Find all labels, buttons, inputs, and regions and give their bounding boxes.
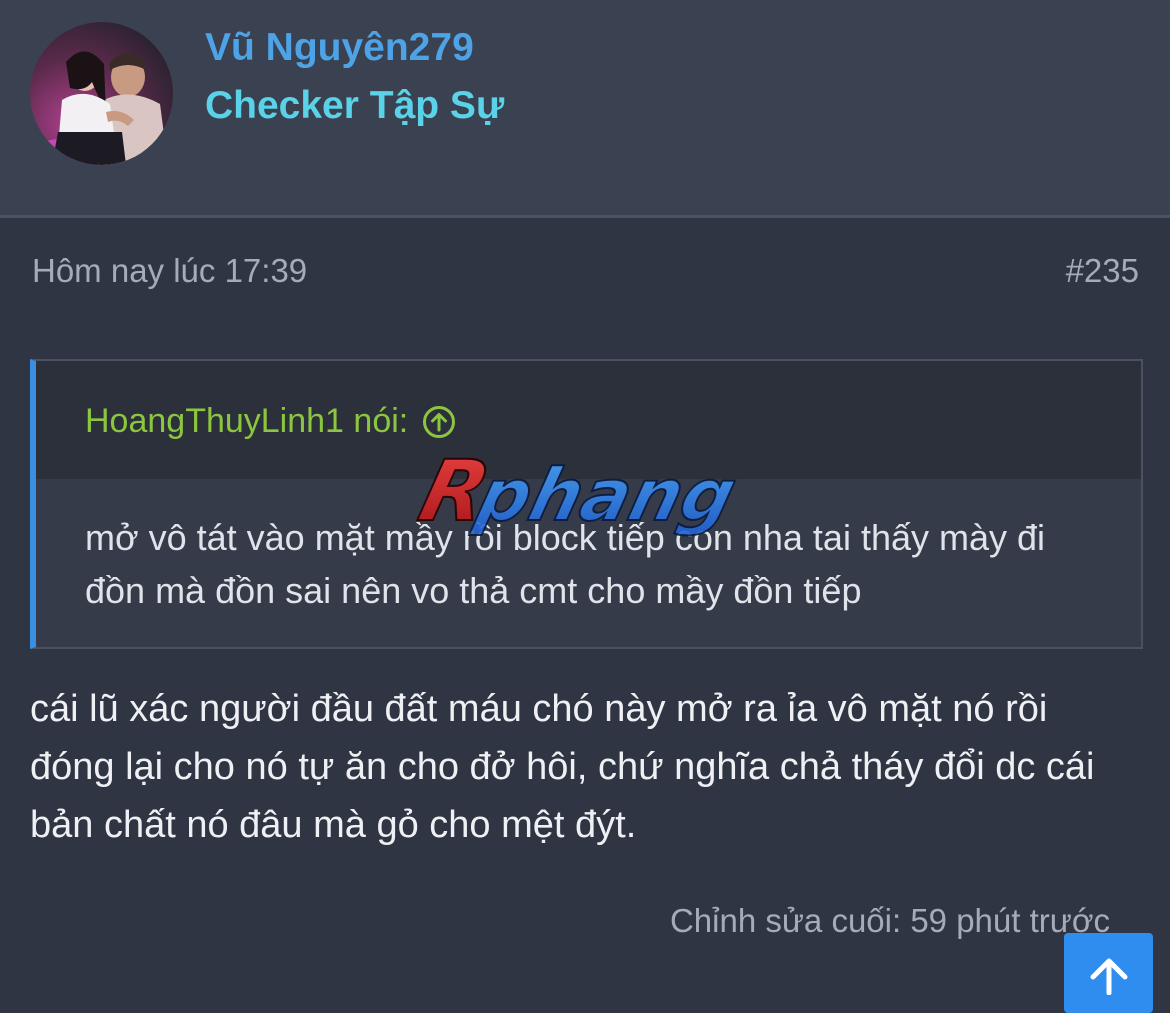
edit-note: Chỉnh sửa cuối: 59 phút trước [669, 902, 1110, 939]
avatar[interactable] [30, 22, 173, 165]
quote-block: HoangThuyLinh1 nói: mở vô tát vào mặt mầ… [30, 359, 1143, 649]
post-number[interactable]: #235 [1066, 252, 1139, 290]
arrow-up-circle-icon[interactable] [422, 405, 456, 439]
quote-text: mở vô tát vào mặt mầy rồi block tiếp con… [85, 517, 1046, 611]
post-header: Vũ Nguyên279 Checker Tập Sự [0, 0, 1170, 218]
user-title: Checker Tập Sự [205, 84, 505, 127]
quote-author-link[interactable]: HoangThuyLinh1 nói: [85, 402, 456, 441]
arrow-up-icon [1084, 933, 1134, 1000]
username[interactable]: Vũ Nguyên279 [205, 26, 474, 70]
post-time[interactable]: Hôm nay lúc 17:39 [32, 252, 307, 290]
quote-header: HoangThuyLinh1 nói: [36, 361, 1141, 479]
post-message: cái lũ xác người đầu đất máu chó này mở … [30, 688, 1095, 846]
scroll-to-top-button[interactable] [1064, 933, 1153, 1013]
quote-author: HoangThuyLinh1 nói: [85, 402, 409, 440]
